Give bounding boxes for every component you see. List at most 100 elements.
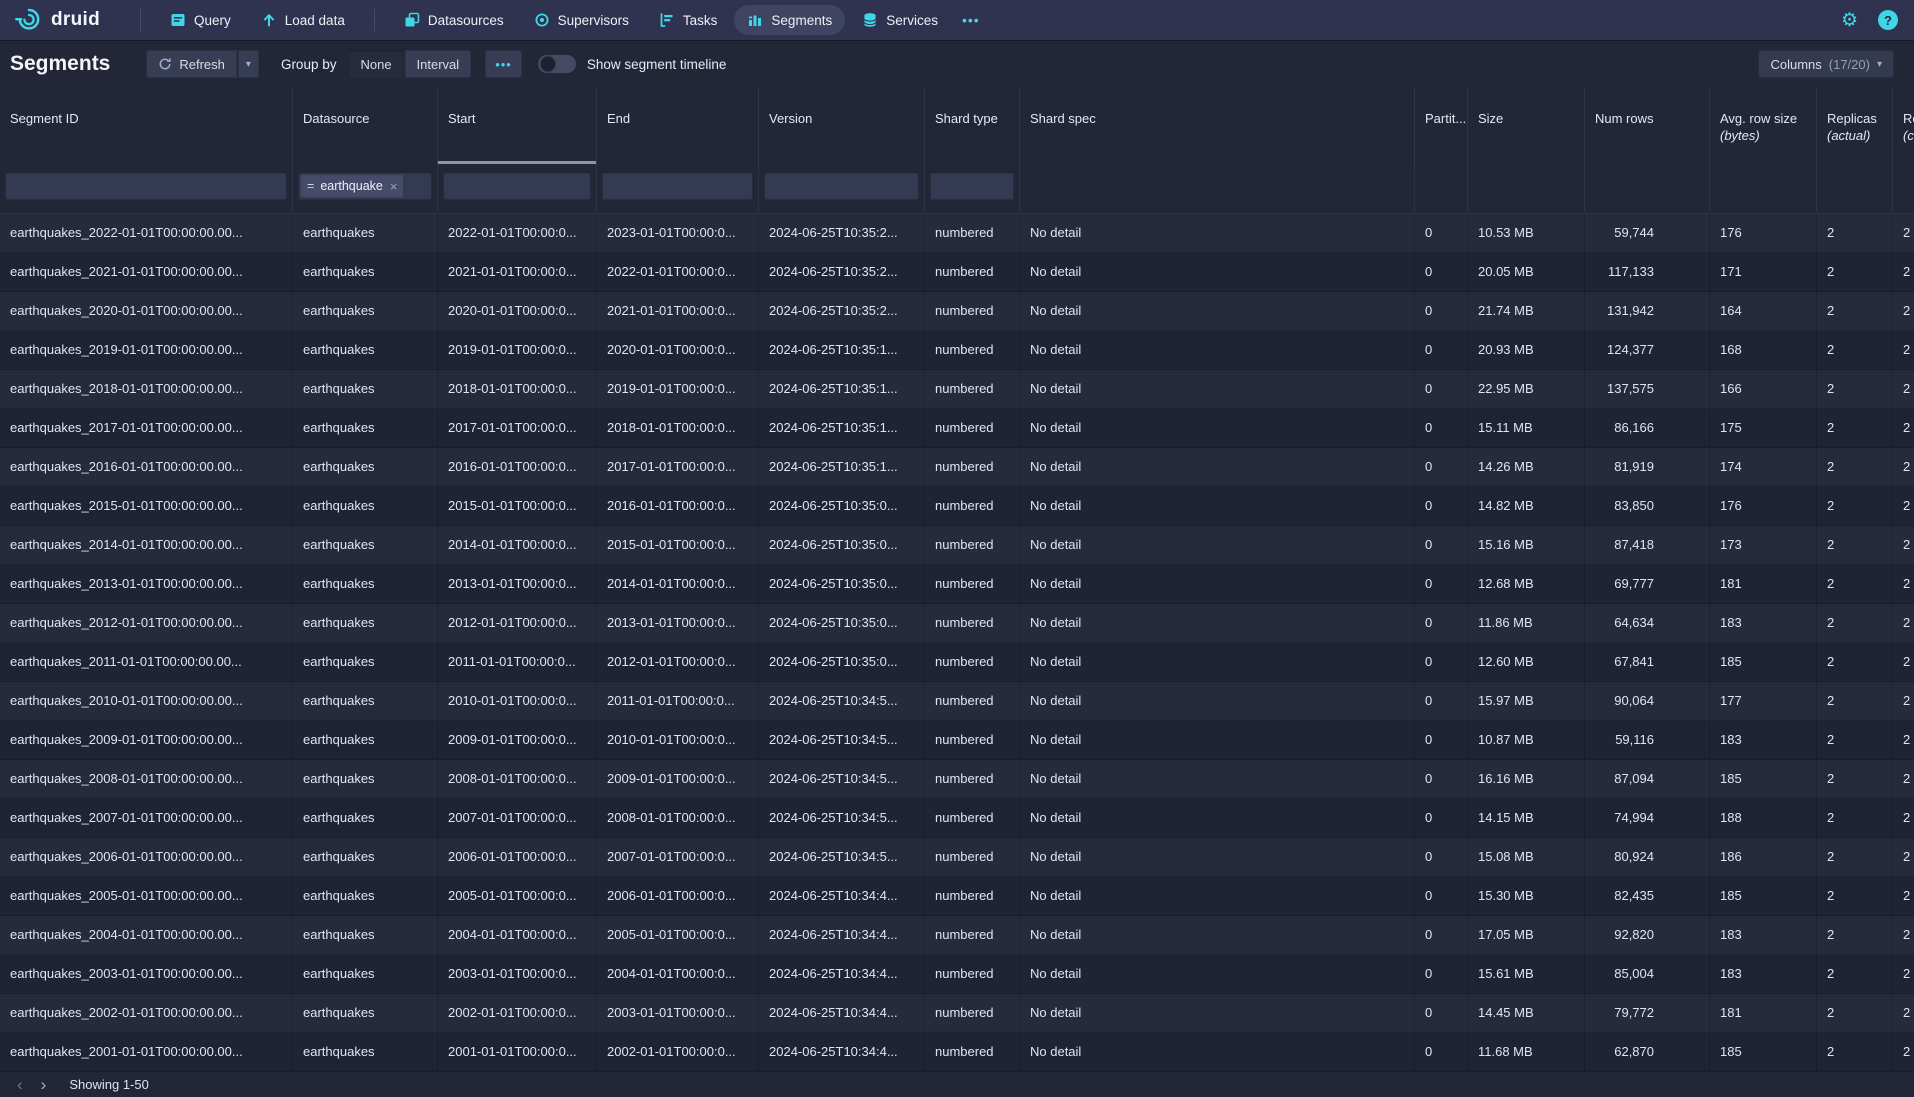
cell-num_rows[interactable]: 90,064	[1585, 682, 1710, 720]
cell-end[interactable]: 2020-01-01T00:00:0...	[597, 331, 759, 369]
druid-logo[interactable]: druid	[14, 5, 100, 35]
cell-shard_type[interactable]: numbered	[925, 682, 1020, 720]
cell-replicas[interactable]: 2	[1817, 1033, 1893, 1071]
cell-end[interactable]: 2004-01-01T00:00:0...	[597, 955, 759, 993]
cell-segment_id[interactable]: earthquakes_2008-01-01T00:00:00.00...	[0, 760, 293, 798]
nav-more-button[interactable]: •••	[953, 5, 989, 35]
cell-shard_spec[interactable]: No detail	[1020, 292, 1415, 330]
cell-avg_row_size[interactable]: 183	[1710, 955, 1817, 993]
cell-datasource[interactable]: earthquakes	[293, 526, 438, 564]
cell-replicas[interactable]: 2	[1817, 877, 1893, 915]
table-row[interactable]: earthquakes_2017-01-01T00:00:00.00...ear…	[0, 409, 1914, 448]
cell-shard_spec[interactable]: No detail	[1020, 760, 1415, 798]
cell-replication_factor[interactable]: 2	[1893, 955, 1914, 993]
cell-replicas[interactable]: 2	[1817, 604, 1893, 642]
cell-shard_type[interactable]: numbered	[925, 448, 1020, 486]
cell-segment_id[interactable]: earthquakes_2020-01-01T00:00:00.00...	[0, 292, 293, 330]
cell-end[interactable]: 2019-01-01T00:00:0...	[597, 370, 759, 408]
cell-replication_factor[interactable]: 2	[1893, 994, 1914, 1032]
cell-end[interactable]: 2005-01-01T00:00:0...	[597, 916, 759, 954]
cell-shard_spec[interactable]: No detail	[1020, 331, 1415, 369]
nav-item-datasources[interactable]: Datasources	[391, 5, 517, 35]
cell-partition[interactable]: 0	[1415, 955, 1468, 993]
cell-replication_factor[interactable]: 2	[1893, 292, 1914, 330]
cell-replication_factor[interactable]: 2	[1893, 526, 1914, 564]
cell-version[interactable]: 2024-06-25T10:34:5...	[759, 721, 925, 759]
cell-num_rows[interactable]: 62,870	[1585, 1033, 1710, 1071]
cell-end[interactable]: 2017-01-01T00:00:0...	[597, 448, 759, 486]
nav-item-supervisors[interactable]: Supervisors	[521, 5, 642, 35]
cell-size[interactable]: 12.60 MB	[1468, 643, 1585, 681]
remove-filter-icon[interactable]: ×	[390, 179, 398, 194]
table-row[interactable]: earthquakes_2021-01-01T00:00:00.00...ear…	[0, 253, 1914, 292]
cell-datasource[interactable]: earthquakes	[293, 487, 438, 525]
cell-start[interactable]: 2008-01-01T00:00:0...	[438, 760, 597, 798]
cell-end[interactable]: 2009-01-01T00:00:0...	[597, 760, 759, 798]
filter-input-datasource[interactable]: =earthquake×	[298, 172, 432, 200]
cell-size[interactable]: 15.08 MB	[1468, 838, 1585, 876]
cell-end[interactable]: 2008-01-01T00:00:0...	[597, 799, 759, 837]
nav-item-tasks[interactable]: Tasks	[646, 5, 731, 35]
cell-replicas[interactable]: 2	[1817, 292, 1893, 330]
cell-partition[interactable]: 0	[1415, 526, 1468, 564]
cell-shard_type[interactable]: numbered	[925, 1033, 1020, 1071]
cell-num_rows[interactable]: 87,094	[1585, 760, 1710, 798]
cell-end[interactable]: 2006-01-01T00:00:0...	[597, 877, 759, 915]
cell-avg_row_size[interactable]: 188	[1710, 799, 1817, 837]
cell-version[interactable]: 2024-06-25T10:35:0...	[759, 565, 925, 603]
cell-datasource[interactable]: earthquakes	[293, 214, 438, 252]
cell-partition[interactable]: 0	[1415, 409, 1468, 447]
filter-input-shard_type[interactable]	[930, 172, 1014, 200]
cell-segment_id[interactable]: earthquakes_2005-01-01T00:00:00.00...	[0, 877, 293, 915]
cell-start[interactable]: 2015-01-01T00:00:0...	[438, 487, 597, 525]
cell-partition[interactable]: 0	[1415, 1033, 1468, 1071]
cell-replicas[interactable]: 2	[1817, 565, 1893, 603]
cell-datasource[interactable]: earthquakes	[293, 955, 438, 993]
cell-end[interactable]: 2021-01-01T00:00:0...	[597, 292, 759, 330]
cell-size[interactable]: 21.74 MB	[1468, 292, 1585, 330]
cell-start[interactable]: 2001-01-01T00:00:0...	[438, 1033, 597, 1071]
cell-version[interactable]: 2024-06-25T10:34:5...	[759, 682, 925, 720]
cell-replication_factor[interactable]: 2	[1893, 682, 1914, 720]
cell-end[interactable]: 2016-01-01T00:00:0...	[597, 487, 759, 525]
cell-end[interactable]: 2013-01-01T00:00:0...	[597, 604, 759, 642]
cell-shard_type[interactable]: numbered	[925, 994, 1020, 1032]
cell-num_rows[interactable]: 74,994	[1585, 799, 1710, 837]
cell-version[interactable]: 2024-06-25T10:35:1...	[759, 370, 925, 408]
cell-shard_spec[interactable]: No detail	[1020, 214, 1415, 252]
cell-start[interactable]: 2007-01-01T00:00:0...	[438, 799, 597, 837]
cell-partition[interactable]: 0	[1415, 565, 1468, 603]
cell-datasource[interactable]: earthquakes	[293, 799, 438, 837]
cell-avg_row_size[interactable]: 181	[1710, 994, 1817, 1032]
cell-segment_id[interactable]: earthquakes_2016-01-01T00:00:00.00...	[0, 448, 293, 486]
cell-avg_row_size[interactable]: 166	[1710, 370, 1817, 408]
cell-replicas[interactable]: 2	[1817, 526, 1893, 564]
cell-end[interactable]: 2015-01-01T00:00:0...	[597, 526, 759, 564]
cell-shard_spec[interactable]: No detail	[1020, 448, 1415, 486]
cell-segment_id[interactable]: earthquakes_2013-01-01T00:00:00.00...	[0, 565, 293, 603]
cell-shard_spec[interactable]: No detail	[1020, 955, 1415, 993]
cell-replicas[interactable]: 2	[1817, 487, 1893, 525]
cell-start[interactable]: 2013-01-01T00:00:0...	[438, 565, 597, 603]
filter-tag-datasource[interactable]: =earthquake×	[301, 175, 403, 197]
cell-replication_factor[interactable]: 2	[1893, 487, 1914, 525]
cell-replicas[interactable]: 2	[1817, 682, 1893, 720]
table-row[interactable]: earthquakes_2012-01-01T00:00:00.00...ear…	[0, 604, 1914, 643]
cell-version[interactable]: 2024-06-25T10:35:2...	[759, 292, 925, 330]
cell-start[interactable]: 2020-01-01T00:00:0...	[438, 292, 597, 330]
next-page-button[interactable]: ›	[32, 1076, 56, 1093]
cell-avg_row_size[interactable]: 183	[1710, 721, 1817, 759]
cell-start[interactable]: 2003-01-01T00:00:0...	[438, 955, 597, 993]
cell-segment_id[interactable]: earthquakes_2010-01-01T00:00:00.00...	[0, 682, 293, 720]
table-row[interactable]: earthquakes_2013-01-01T00:00:00.00...ear…	[0, 565, 1914, 604]
cell-shard_type[interactable]: numbered	[925, 409, 1020, 447]
cell-start[interactable]: 2012-01-01T00:00:0...	[438, 604, 597, 642]
cell-avg_row_size[interactable]: 181	[1710, 565, 1817, 603]
cell-replication_factor[interactable]: 2	[1893, 604, 1914, 642]
cell-avg_row_size[interactable]: 173	[1710, 526, 1817, 564]
table-row[interactable]: earthquakes_2009-01-01T00:00:00.00...ear…	[0, 721, 1914, 760]
cell-partition[interactable]: 0	[1415, 292, 1468, 330]
cell-num_rows[interactable]: 124,377	[1585, 331, 1710, 369]
cell-datasource[interactable]: earthquakes	[293, 721, 438, 759]
cell-shard_spec[interactable]: No detail	[1020, 721, 1415, 759]
